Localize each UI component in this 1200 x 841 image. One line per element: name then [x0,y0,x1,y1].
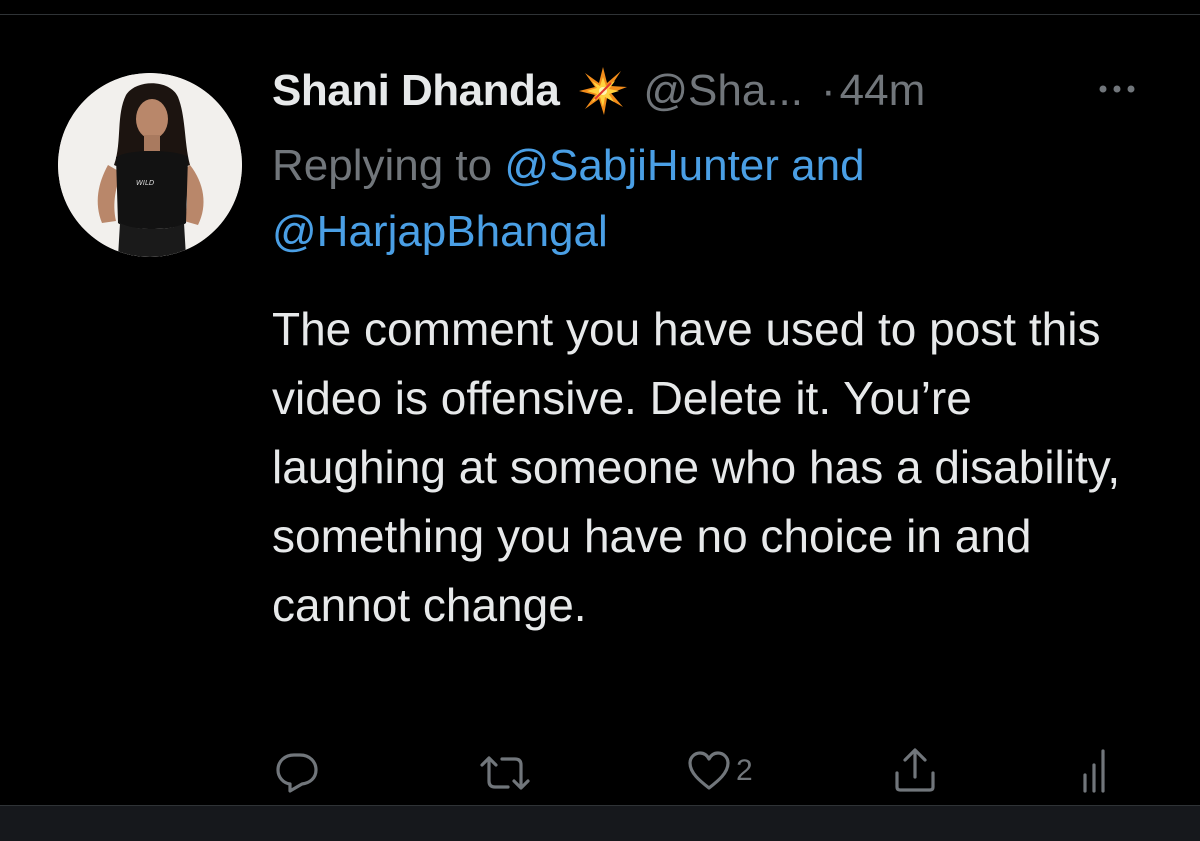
avatar[interactable]: WILD [58,73,242,257]
replying-conjunction: and [778,141,865,190]
tweet-time[interactable]: 44m [840,66,926,116]
analytics-button[interactable] [1080,747,1114,793]
mention-link[interactable]: @SabjiHunter [504,141,779,190]
like-button[interactable]: 2 [686,749,753,793]
author-handle[interactable]: @Sha... [643,66,803,116]
tweet[interactable]: WILD Shani Dhanda @Sha... · 44m Replying… [0,15,1200,805]
separator-dot: · [821,66,836,115]
retweet-button[interactable] [478,753,532,793]
share-icon [895,748,935,792]
replying-prefix: Replying to [272,141,505,190]
screen: WILD Shani Dhanda @Sha... · 44m Replying… [0,0,1200,841]
tweet-header: Shani Dhanda @Sha... · 44m [272,63,925,119]
bottom-bar [0,805,1200,841]
heart-icon [688,751,730,790]
replying-to: Replying to @SabjiHunter and @HarjapBhan… [272,133,1152,265]
display-name[interactable]: Shani Dhanda [272,66,560,116]
like-count: 2 [736,754,753,787]
share-button[interactable] [892,747,938,793]
analytics-icon [1083,749,1105,793]
retweet-icon [480,756,530,790]
tweet-text: The comment you have used to post this v… [272,303,1121,631]
reply-button[interactable] [274,751,320,795]
more-options-icon[interactable] [1096,79,1138,99]
mention-link[interactable]: @HarjapBhangal [272,207,608,256]
collision-icon [577,65,629,117]
reply-icon [276,753,318,793]
avatar-shirt-text: WILD [136,179,155,187]
tweet-actions: 2 [0,743,1200,799]
avatar-photo: WILD [58,73,242,257]
